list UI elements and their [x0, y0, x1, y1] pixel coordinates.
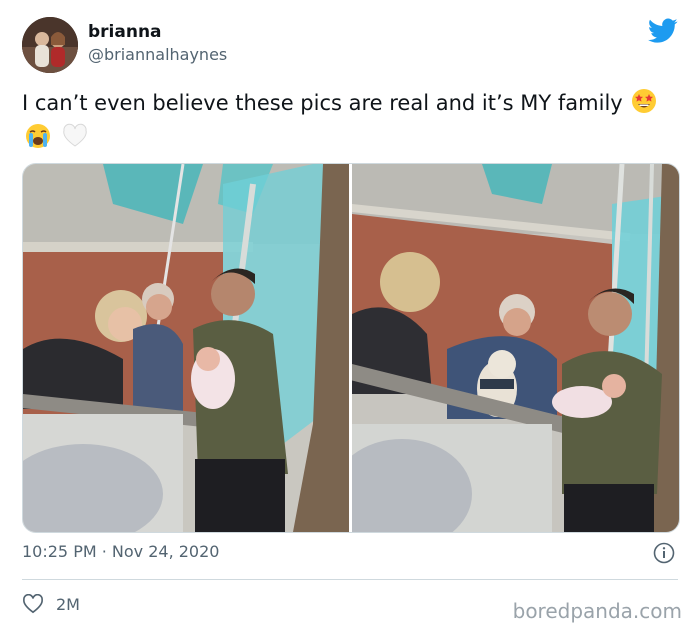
like-count: 2M — [56, 594, 80, 614]
author-avatar[interactable] — [22, 17, 78, 73]
author-handle[interactable]: @briannalhaynes — [88, 45, 227, 64]
info-icon[interactable] — [653, 542, 675, 564]
avatar-image — [22, 17, 78, 73]
tweet-timestamp[interactable]: 10:25 PM · Nov 24, 2020 — [22, 542, 219, 561]
photo-left[interactable] — [23, 164, 349, 532]
white-heart-emoji — [61, 123, 89, 158]
footer-divider — [22, 579, 678, 580]
like-action[interactable]: 2M — [22, 594, 80, 614]
photo-left-image — [23, 164, 349, 532]
star-struck-emoji — [631, 88, 657, 123]
tweet-body: I can’t even believe these pics are real… — [22, 88, 662, 158]
loudly-crying-emoji — [24, 123, 52, 158]
heart-outline-icon[interactable] — [22, 594, 44, 614]
photo-right[interactable] — [352, 164, 679, 532]
photo-right-image — [352, 164, 679, 532]
tweet-media[interactable] — [22, 163, 680, 533]
tweet-text: I can’t even believe these pics are real… — [22, 91, 623, 115]
author-display-name[interactable]: brianna — [88, 22, 162, 42]
twitter-bird-icon[interactable] — [648, 18, 678, 44]
watermark-source: boredpanda.com — [512, 599, 682, 623]
